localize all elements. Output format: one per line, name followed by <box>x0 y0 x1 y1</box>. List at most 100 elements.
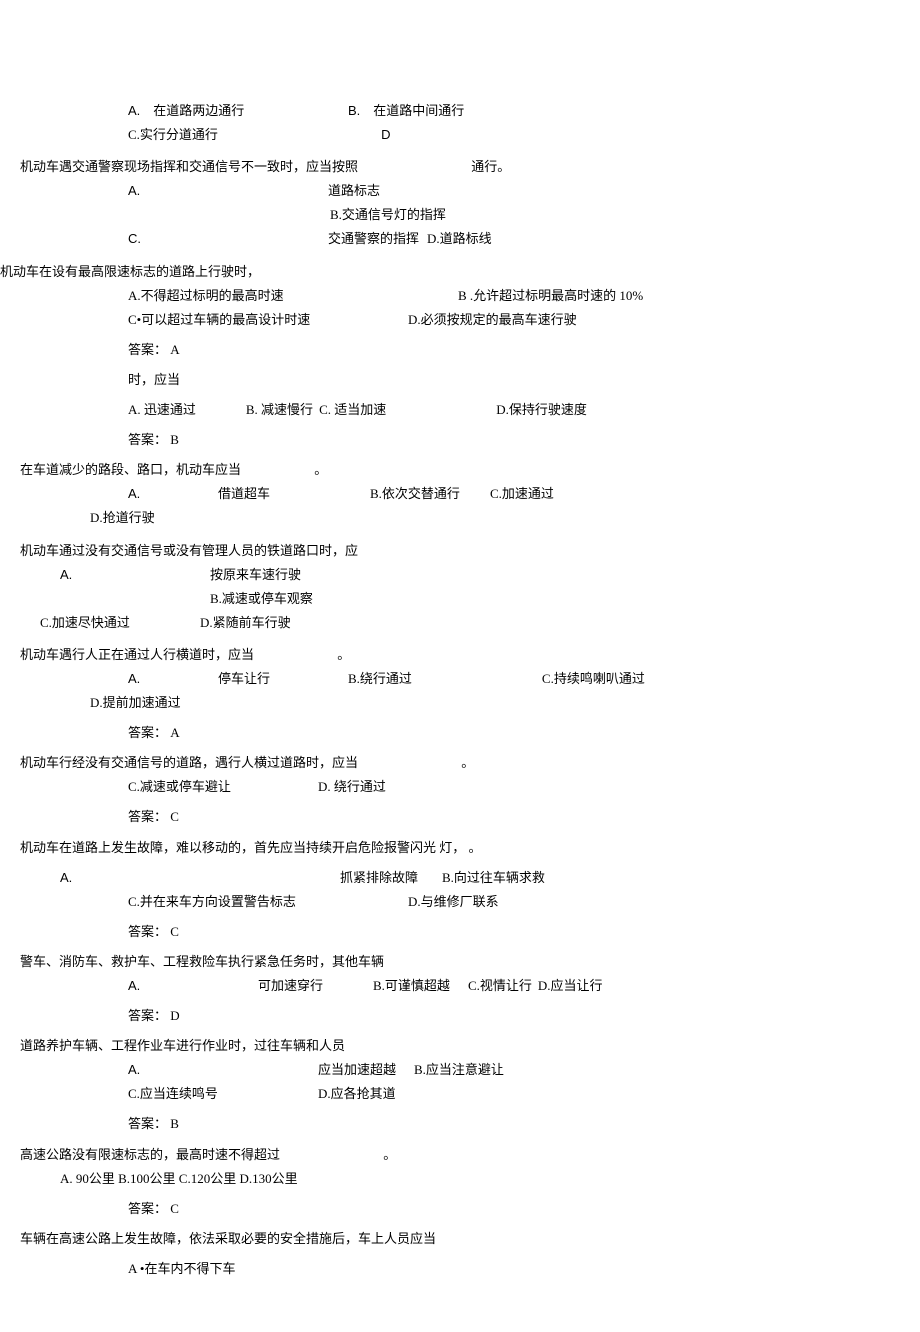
q2-optC-label: C. <box>128 228 328 250</box>
q13-stem: 车辆在高速公路上发生故障，依法采取必要的安全措施后，车上人员应当 <box>0 1228 920 1250</box>
q9-row1: A. 抓紧排除故障 B.向过往车辆求救 <box>0 867 920 889</box>
q11-stem: 道路养护车辆、工程作业车进行作业时，过往车辆和人员 <box>0 1035 920 1057</box>
q1-optA-label: A. <box>128 103 140 118</box>
q2-optD: D.道路标线 <box>427 228 492 250</box>
q4-opts: A. 迅速通过 B. 减速慢行 C. 适当加速 D.保持行驶速度 <box>0 399 920 421</box>
q2-optA-text: 道路标志 <box>328 180 380 202</box>
q9-optB: B.向过往车辆求救 <box>442 867 545 889</box>
q10-optA-text: 可加速穿行 <box>258 975 323 997</box>
q4-answer: 答案： B <box>0 429 920 451</box>
q3-optD: D.必须按规定的最高车速行驶 <box>408 309 577 331</box>
q7-optA-label: A. <box>128 668 218 690</box>
q11-row2: C.应当连续鸣号 D.应各抢其道 <box>0 1083 920 1105</box>
q4-stem: 时，应当 <box>0 369 920 391</box>
q9-optD: D.与维修厂联系 <box>408 891 499 913</box>
q3-row2: C•可以超过车辆的最高设计时速 D.必须按规定的最高车速行驶 <box>0 309 920 331</box>
q11-optB: B.应当注意避让 <box>414 1059 504 1081</box>
q8-answer: 答案： C <box>0 806 920 828</box>
q10-stem: 警车、消防车、救护车、工程救险车执行紧急任务时，其他车辆 <box>0 951 920 973</box>
q4-optA: A. 迅速通过 <box>128 399 196 421</box>
q12-stem-line: 高速公路没有限速标志的，最高时速不得超过 。 <box>0 1144 920 1166</box>
q7-optD: D.提前加速通过 <box>90 695 181 710</box>
q6-optA-label: A. <box>60 564 210 586</box>
q4-optD: D.保持行驶速度 <box>496 399 587 421</box>
q3-optC: C•可以超过车辆的最高设计时速 <box>128 309 388 331</box>
q7-row2: D.提前加速通过 <box>0 692 920 714</box>
q6-row3: C.加速尽快通过 D.紧随前车行驶 <box>0 612 920 634</box>
q6-stem: 机动车通过没有交通信号或没有管理人员的铁道路口时，应 <box>0 540 920 562</box>
q6-optD: D.紧随前车行驶 <box>200 612 291 634</box>
q2-optA-label: A. <box>128 180 328 202</box>
q1-optB-text: 在道路中间通行 <box>373 103 464 118</box>
q1-optB-label: B. <box>348 103 360 118</box>
q2-row3: C. 交通警察的指挥 D.道路标线 <box>0 228 920 250</box>
q10-answer: 答案： D <box>0 1005 920 1027</box>
q7-stem-line: 机动车遇行人正在通过人行横道时，应当 。 <box>0 644 920 666</box>
q5-optC: C.加速通过 <box>490 483 554 505</box>
q2-stem-line: 机动车遇交通警察现场指挥和交通信号不一致时，应当按照 通行。 <box>0 156 920 178</box>
q7-stem-end: 。 <box>337 647 350 662</box>
q7-optA-text: 停车让行 <box>218 668 348 690</box>
q5-optA-text: 借道超车 <box>218 483 270 505</box>
q9-stem: 机动车在道路上发生故障，难以移动的，首先应当持续开启危险报警闪光 灯， 。 <box>0 837 920 859</box>
q1-optC: C.实行分道通行 <box>128 127 218 142</box>
q8-stem-line: 机动车行经没有交通信号的道路，遇行人横过道路时，应当 。 <box>0 752 920 774</box>
q3-optA: A.不得超过标明的最高时速 <box>128 285 428 307</box>
q2-row2: B.交通信号灯的指挥 <box>0 204 920 226</box>
q9-answer: 答案： C <box>0 921 920 943</box>
q12-stem-end: 。 <box>383 1147 396 1162</box>
q5-stem: 在车道减少的路段、路口，机动车应当 <box>20 462 241 477</box>
q11-row1: A. 应当加速超越 B.应当注意避让 <box>0 1059 920 1081</box>
q7-row1: A. 停车让行 B.绕行通过 C.持续鸣喇叭通过 <box>0 668 920 690</box>
q6-optC: C.加速尽快通过 <box>20 612 200 634</box>
q5-row1: A. 借道超车 B.依次交替通行 C.加速通过 <box>0 483 920 505</box>
q6-optB: B.减速或停车观察 <box>210 591 313 606</box>
q9-row2: C.并在来车方向设置警告标志 D.与维修厂联系 <box>0 891 920 913</box>
q6-row2: B.减速或停车观察 <box>0 588 920 610</box>
q10-optC: C.视情让行 <box>468 975 532 997</box>
q12-stem: 高速公路没有限速标志的，最高时速不得超过 <box>20 1147 280 1162</box>
q2-optB: B.交通信号灯的指挥 <box>330 207 446 222</box>
q10-optB: B.可谨慎超越 <box>373 975 450 997</box>
q5-row2: D.抢道行驶 <box>0 507 920 529</box>
q9-optA-text: 抓紧排除故障 <box>340 867 418 889</box>
q13-optA: A •在车内不得下车 <box>0 1258 920 1280</box>
q7-stem: 机动车遇行人正在通过人行横道时，应当 <box>20 647 254 662</box>
q9-optA-label: A. <box>60 867 340 889</box>
q8-optC: C.减速或停车避让 <box>128 776 318 798</box>
q11-optD: D.应各抢其道 <box>318 1083 396 1105</box>
q2-stem: 机动车遇交通警察现场指挥和交通信号不一致时，应当按照 <box>20 159 358 174</box>
q8-stem-end: 。 <box>461 755 474 770</box>
q2-optC-text: 交通警察的指挥 <box>328 228 419 250</box>
q5-optD: D.抢道行驶 <box>90 510 155 525</box>
q10-optA-label: A. <box>128 975 258 997</box>
q12-opts: A. 90公里 B.100公里 C.120公里 D.130公里 <box>0 1168 920 1190</box>
q5-stem-end: 。 <box>314 462 327 477</box>
q7-answer: 答案： A <box>0 722 920 744</box>
q6-row1: A. 按原来车速行驶 <box>0 564 920 586</box>
q5-stem-line: 在车道减少的路段、路口，机动车应当 。 <box>0 459 920 481</box>
q3-optB: B .允许超过标明最高时速的 10% <box>458 285 643 307</box>
q10-opts: A. 可加速穿行 B.可谨慎超越 C.视情让行 D.应当让行 <box>0 975 920 997</box>
q6-optA-text: 按原来车速行驶 <box>210 564 301 586</box>
q7-optB: B.绕行通过 <box>348 668 412 690</box>
q1-optA-text: 在道路两边通行 <box>153 103 244 118</box>
q3-answer: 答案： A <box>0 339 920 361</box>
q1-options-row1: A. 在道路两边通行 B. 在道路中间通行 <box>0 100 920 122</box>
q5-optA-label: A. <box>128 483 218 505</box>
q11-optA-label: A. <box>128 1059 318 1081</box>
q4-optC: C. 适当加速 <box>319 399 386 421</box>
q1-options-row2: C.实行分道通行 D <box>0 124 920 146</box>
q1-optD-partial: D <box>381 127 390 142</box>
q4-optB: B. 减速慢行 <box>246 399 313 421</box>
q5-optB: B.依次交替通行 <box>370 483 460 505</box>
q3-row1: A.不得超过标明的最高时速 B .允许超过标明最高时速的 10% <box>0 285 920 307</box>
q11-optA-text: 应当加速超越 <box>318 1059 396 1081</box>
q3-stem: 机动车在设有最高限速标志的道路上行驶时， <box>0 261 920 283</box>
q2-stem-end: 通行。 <box>471 159 510 174</box>
q8-optD: D. 绕行通过 <box>318 776 386 798</box>
q11-answer: 答案： B <box>0 1113 920 1135</box>
q8-stem: 机动车行经没有交通信号的道路，遇行人横过道路时，应当 <box>20 755 358 770</box>
q11-optC: C.应当连续鸣号 <box>128 1083 318 1105</box>
q7-optC: C.持续鸣喇叭通过 <box>542 668 645 690</box>
